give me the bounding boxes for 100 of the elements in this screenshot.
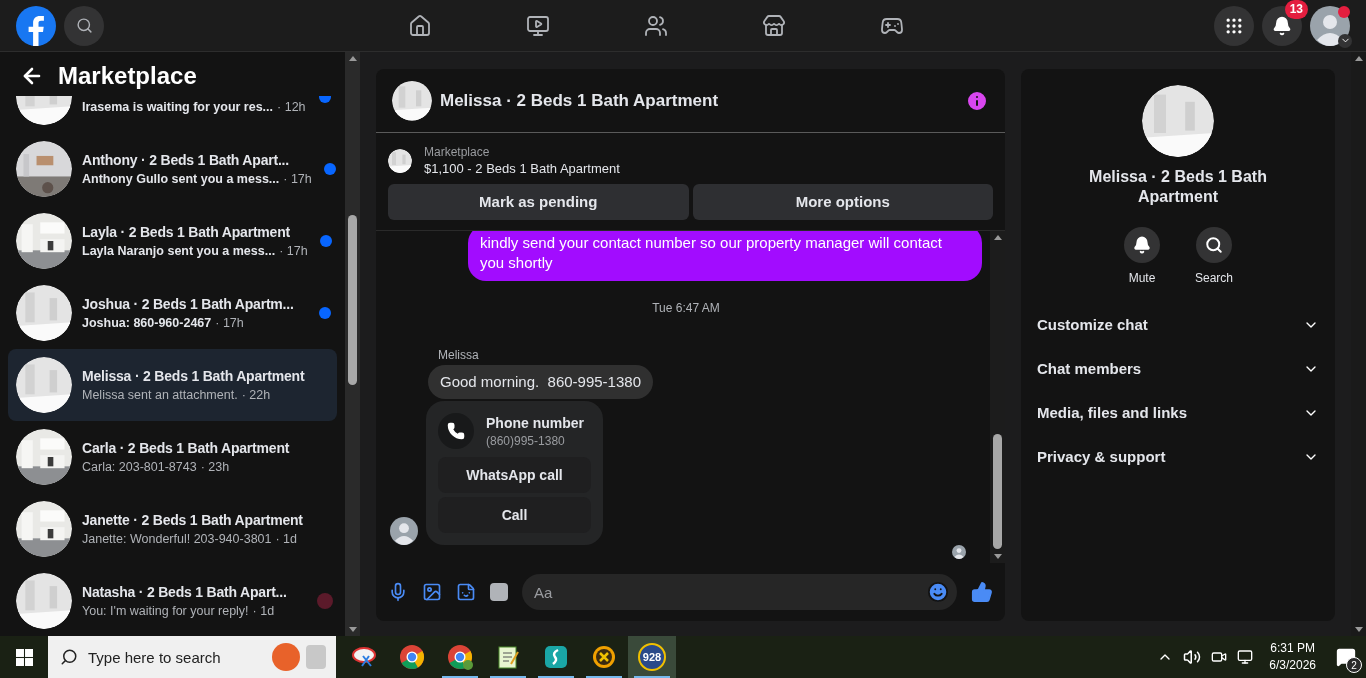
notification-badge: 13 bbox=[1284, 0, 1308, 19]
bell-icon bbox=[1133, 236, 1151, 254]
conversation-item[interactable]: Joshua · 2 Beds 1 Bath Apartm... Joshua: 860-960-2467 · 17h bbox=[8, 277, 337, 349]
details-section[interactable]: Customize chat bbox=[1029, 303, 1327, 347]
conversation-title: Melissa · 2 Beds 1 Bath Apartment bbox=[82, 367, 306, 386]
message-time: · 12h bbox=[277, 99, 306, 116]
message-preview: Melissa sent an attachment. bbox=[82, 387, 238, 404]
message-time: · 23h bbox=[200, 459, 230, 476]
clock-time[interactable]: 6:31 PM bbox=[1270, 640, 1315, 657]
scroll-down-arrow-icon[interactable] bbox=[1354, 627, 1363, 632]
taskbar-search-field[interactable]: Type here to search bbox=[48, 636, 336, 678]
shark-icon bbox=[543, 644, 569, 670]
taskbar-app[interactable]: 928 bbox=[628, 636, 676, 678]
speaker-icon[interactable] bbox=[1183, 648, 1202, 666]
menu-button[interactable] bbox=[1214, 5, 1254, 46]
store-icon bbox=[762, 13, 786, 38]
details-action-button[interactable]: Search bbox=[1190, 227, 1238, 287]
conversation-title: Anthony · 2 Beds 1 Bath Apart... bbox=[82, 151, 290, 170]
microphone-icon[interactable] bbox=[388, 582, 408, 602]
sender-name: Melissa bbox=[437, 347, 480, 363]
message-preview: Irasema is waiting for your res... bbox=[82, 99, 274, 116]
people-icon bbox=[644, 13, 668, 38]
message-field[interactable]: Aa bbox=[522, 574, 957, 610]
chat-title: Melissa · 2 Beds 1 Bath Apartment bbox=[440, 89, 720, 112]
details-action-button[interactable]: Mute bbox=[1118, 227, 1166, 287]
conversation-item[interactable]: Layla · 2 Beds 1 Bath Apartment Layla Naranjo sent you a mess... · 17h bbox=[8, 205, 337, 277]
contact-action-button[interactable]: WhatsApp call bbox=[438, 457, 591, 493]
conversation-title: Carla · 2 Beds 1 Bath Apartment bbox=[82, 439, 291, 458]
conversation-item[interactable]: Melissa · 2 Beds 1 Bath Apartment Melissa sent an attachment. · 22h bbox=[8, 349, 337, 421]
scroll-down-arrow-icon[interactable] bbox=[993, 554, 1002, 559]
camera-icon[interactable] bbox=[1211, 649, 1228, 665]
browser-icon bbox=[399, 644, 425, 670]
listing-action-button[interactable]: Mark as pending bbox=[388, 184, 689, 220]
scroll-up-arrow-icon[interactable] bbox=[348, 56, 357, 61]
message-preview: Joshua: 860-960-2467 bbox=[82, 315, 212, 332]
conversation-title: Layla · 2 Beds 1 Bath Apartment bbox=[82, 223, 291, 242]
coin-icon bbox=[591, 644, 617, 670]
scrollbar[interactable] bbox=[345, 52, 360, 636]
emoji-icon[interactable] bbox=[927, 581, 949, 603]
conversation-item[interactable]: Anthony · 2 Beds 1 Bath Apart... Anthony Gullo sent you a mess... · 17h bbox=[8, 133, 337, 205]
timestamp: Tue 6:47 AM bbox=[652, 300, 720, 317]
app-badge: 928 bbox=[638, 643, 666, 671]
details-section[interactable]: Chat members bbox=[1029, 347, 1327, 391]
message-preview: Layla Naranjo sent you a mess... bbox=[82, 243, 276, 260]
sidebar-title: Marketplace bbox=[58, 61, 197, 91]
scrollbar[interactable] bbox=[990, 231, 1005, 563]
contact-action-button[interactable]: Call bbox=[438, 497, 591, 533]
conversation-item[interactable]: Janette · 2 Beds 1 Bath Apartment Janette: Wonderful! 203-940-3801 · 1d bbox=[8, 493, 337, 565]
home-icon bbox=[408, 13, 432, 38]
search-icon bbox=[75, 17, 93, 34]
search-icon bbox=[60, 648, 78, 666]
conversation-item[interactable]: Irasema is waiting for your res... · 12h bbox=[8, 96, 337, 133]
message-time: · 1d bbox=[252, 603, 275, 620]
message-preview: You: I'm waiting for your reply! bbox=[82, 603, 249, 620]
windows-icon bbox=[15, 648, 33, 666]
listing-label: Marketplace bbox=[424, 144, 491, 160]
details-section[interactable]: Privacy & support bbox=[1029, 435, 1327, 479]
notifications-button[interactable] bbox=[1262, 5, 1302, 46]
message-time: · 1d bbox=[275, 531, 298, 548]
browser-icon bbox=[447, 644, 473, 670]
message-preview: Janette: Wonderful! 203-940-3801 bbox=[82, 531, 272, 548]
like-icon[interactable] bbox=[971, 581, 993, 603]
message-time: · 17h bbox=[279, 243, 308, 260]
avatar bbox=[952, 545, 966, 559]
details-section[interactable]: Media, files and links bbox=[1029, 391, 1327, 435]
notepad-icon bbox=[495, 644, 521, 670]
conversation-title: Natasha · 2 Beds 1 Bath Apart... bbox=[82, 583, 288, 602]
scroll-up-arrow-icon[interactable] bbox=[1354, 56, 1363, 61]
message-time: · 17h bbox=[215, 315, 244, 332]
incoming-message: Good morning. 860-995-1380 bbox=[428, 365, 653, 399]
scroll-down-arrow-icon[interactable] bbox=[348, 627, 357, 632]
avatar bbox=[390, 517, 418, 545]
clock-date[interactable]: 6/3/2026 bbox=[1269, 657, 1316, 674]
contact-value: (860)995-1380 bbox=[486, 433, 566, 449]
image-icon[interactable] bbox=[422, 582, 442, 602]
outgoing-message: kindly send your contact number so our property manager will contact you shortly bbox=[468, 231, 982, 281]
conversation-title: Janette · 2 Beds 1 Bath Apartment bbox=[82, 511, 304, 530]
scroll-up-arrow-icon[interactable] bbox=[993, 235, 1002, 240]
search-button[interactable] bbox=[64, 5, 104, 46]
logo-icon[interactable] bbox=[16, 5, 56, 46]
message-preview: Anthony Gullo sent you a mess... bbox=[82, 171, 280, 188]
network-icon[interactable] bbox=[1237, 649, 1254, 665]
phone-icon bbox=[447, 422, 465, 440]
video-icon bbox=[526, 13, 550, 38]
listing-action-button[interactable]: More options bbox=[692, 184, 993, 220]
conversation-item[interactable]: Natasha · 2 Beds 1 Bath Apart... You: I'm waiting for your reply! · 1d bbox=[8, 565, 337, 636]
message-preview: Carla: 203-801-8743 bbox=[82, 459, 197, 476]
message-time: · 22h bbox=[241, 387, 271, 404]
contact-title: Phone number bbox=[486, 414, 584, 433]
bell-icon bbox=[1272, 15, 1292, 36]
scrollbar-thumb[interactable] bbox=[993, 434, 1002, 549]
notification-count: 2 bbox=[1346, 657, 1362, 673]
sticker-icon[interactable] bbox=[456, 582, 476, 602]
conversation-item[interactable]: Carla · 2 Beds 1 Bath Apartment Carla: 203-801-8743 · 23h bbox=[8, 421, 337, 493]
message-time: · 17h bbox=[283, 171, 312, 188]
scrollbar-thumb[interactable] bbox=[348, 215, 357, 385]
conversation-title: Joshua · 2 Beds 1 Bath Apartm... bbox=[82, 295, 295, 314]
details-title: Melissa · 2 Beds 1 Bath Apartment bbox=[1088, 167, 1268, 207]
listing-title[interactable]: $1,100 - 2 Beds 1 Bath Apartment bbox=[424, 160, 620, 178]
search-icon bbox=[1205, 236, 1223, 254]
